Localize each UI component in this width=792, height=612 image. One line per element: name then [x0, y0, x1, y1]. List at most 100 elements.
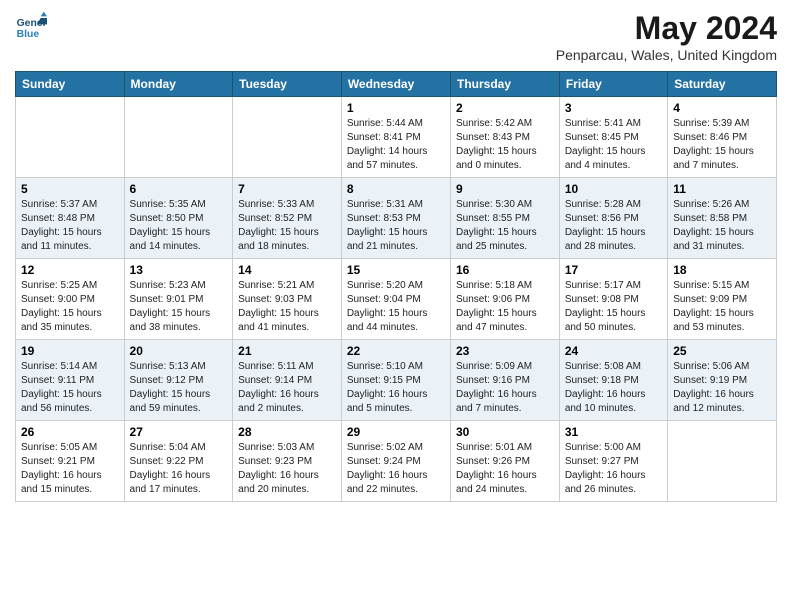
day-content: Sunrise: 5:08 AMSunset: 9:18 PMDaylight:…	[565, 360, 662, 416]
day-number: 25	[673, 344, 771, 358]
calendar-cell: 13 Sunrise: 5:23 AMSunset: 9:01 PMDayligh…	[124, 259, 233, 340]
weekday-header-thursday: Thursday	[450, 72, 559, 97]
calendar-cell: 31Sunrise: 5:00 AMSunset: 9:27 PMDayligh…	[559, 421, 667, 502]
day-number: 16	[456, 263, 554, 277]
weekday-header-sunday: Sunday	[16, 72, 125, 97]
day-number: 9	[456, 182, 554, 196]
calendar-cell: 15Sunrise: 5:20 AMSunset: 9:04 PMDayligh…	[341, 259, 450, 340]
calendar-cell: 19 Sunrise: 5:14 AMSunset: 9:11 PMDayligh…	[16, 340, 125, 421]
weekday-header-monday: Monday	[124, 72, 233, 97]
calendar-cell	[233, 97, 342, 178]
day-number: 22	[347, 344, 445, 358]
day-number: 14	[238, 263, 336, 277]
day-content: Sunrise: 5:44 AMSunset: 8:41 PMDaylight:…	[347, 117, 445, 173]
day-number: 20	[130, 344, 228, 358]
month-year-title: May 2024	[556, 10, 777, 47]
weekday-header-tuesday: Tuesday	[233, 72, 342, 97]
calendar-cell: 27 Sunrise: 5:04 AMSunset: 9:22 PMDayligh…	[124, 421, 233, 502]
day-content: Sunrise: 5:35 AMSunset: 8:50 PMDaylight:…	[130, 198, 228, 254]
calendar-cell	[668, 421, 777, 502]
calendar-cell: 12 Sunrise: 5:25 AMSunset: 9:00 PMDayligh…	[16, 259, 125, 340]
calendar-cell: 30 Sunrise: 5:01 AMSunset: 9:26 PMDayligh…	[450, 421, 559, 502]
day-content: Sunrise: 5:37 AMSunset: 8:48 PMDaylight:…	[21, 198, 119, 254]
day-content: Sunrise: 5:21 AMSunset: 9:03 PMDaylight:…	[238, 279, 336, 335]
day-number: 27	[130, 425, 228, 439]
day-number: 18	[673, 263, 771, 277]
calendar-cell: 26Sunrise: 5:05 AMSunset: 9:21 PMDayligh…	[16, 421, 125, 502]
calendar-cell: 5 Sunrise: 5:37 AMSunset: 8:48 PMDaylight…	[16, 178, 125, 259]
day-content: Sunrise: 5:25 AMSunset: 9:00 PMDaylight:…	[21, 279, 119, 335]
day-content: Sunrise: 5:04 AMSunset: 9:22 PMDaylight:…	[130, 441, 228, 497]
day-content: Sunrise: 5:23 AMSunset: 9:01 PMDaylight:…	[130, 279, 228, 335]
day-number: 6	[130, 182, 228, 196]
day-content: Sunrise: 5:09 AMSunset: 9:16 PMDaylight:…	[456, 360, 554, 416]
calendar-cell: 25 Sunrise: 5:06 AMSunset: 9:19 PMDayligh…	[668, 340, 777, 421]
calendar-cell: 28 Sunrise: 5:03 AMSunset: 9:23 PMDayligh…	[233, 421, 342, 502]
calendar-cell: 29 Sunrise: 5:02 AMSunset: 9:24 PMDayligh…	[341, 421, 450, 502]
calendar-cell: 3 Sunrise: 5:41 AMSunset: 8:45 PMDaylight…	[559, 97, 667, 178]
calendar-table: SundayMondayTuesdayWednesdayThursdayFrid…	[15, 71, 777, 502]
day-content: Sunrise: 5:18 AMSunset: 9:06 PMDaylight:…	[456, 279, 554, 335]
weekday-header-wednesday: Wednesday	[341, 72, 450, 97]
day-content: Sunrise: 5:03 AMSunset: 9:23 PMDaylight:…	[238, 441, 336, 497]
day-number: 28	[238, 425, 336, 439]
location-subtitle: Penparcau, Wales, United Kingdom	[556, 47, 777, 63]
day-content: Sunrise: 5:14 AMSunset: 9:11 PMDaylight:…	[21, 360, 119, 416]
day-content: Sunrise: 5:17 AMSunset: 9:08 PMDaylight:…	[565, 279, 662, 335]
day-number: 19	[21, 344, 119, 358]
logo-icon: General Blue	[15, 10, 47, 42]
page-header: General Blue May 2024 Penparcau, Wales, …	[15, 10, 777, 63]
day-number: 3	[565, 101, 662, 115]
calendar-cell: 6 Sunrise: 5:35 AMSunset: 8:50 PMDaylight…	[124, 178, 233, 259]
day-number: 23	[456, 344, 554, 358]
calendar-week-3: 12 Sunrise: 5:25 AMSunset: 9:00 PMDayligh…	[16, 259, 777, 340]
day-content: Sunrise: 5:06 AMSunset: 9:19 PMDaylight:…	[673, 360, 771, 416]
calendar-week-1: 1Sunrise: 5:44 AMSunset: 8:41 PMDaylight…	[16, 97, 777, 178]
day-content: Sunrise: 5:02 AMSunset: 9:24 PMDaylight:…	[347, 441, 445, 497]
weekday-header-friday: Friday	[559, 72, 667, 97]
day-content: Sunrise: 5:26 AMSunset: 8:58 PMDaylight:…	[673, 198, 771, 254]
day-number: 24	[565, 344, 662, 358]
day-content: Sunrise: 5:01 AMSunset: 9:26 PMDaylight:…	[456, 441, 554, 497]
day-number: 12	[21, 263, 119, 277]
day-number: 13	[130, 263, 228, 277]
day-number: 30	[456, 425, 554, 439]
day-number: 11	[673, 182, 771, 196]
day-number: 29	[347, 425, 445, 439]
calendar-header-row: SundayMondayTuesdayWednesdayThursdayFrid…	[16, 72, 777, 97]
calendar-week-4: 19 Sunrise: 5:14 AMSunset: 9:11 PMDayligh…	[16, 340, 777, 421]
calendar-cell: 18 Sunrise: 5:15 AMSunset: 9:09 PMDayligh…	[668, 259, 777, 340]
calendar-cell: 20 Sunrise: 5:13 AMSunset: 9:12 PMDayligh…	[124, 340, 233, 421]
calendar-cell: 1Sunrise: 5:44 AMSunset: 8:41 PMDaylight…	[341, 97, 450, 178]
calendar-cell: 14 Sunrise: 5:21 AMSunset: 9:03 PMDayligh…	[233, 259, 342, 340]
day-content: Sunrise: 5:15 AMSunset: 9:09 PMDaylight:…	[673, 279, 771, 335]
day-number: 10	[565, 182, 662, 196]
day-number: 15	[347, 263, 445, 277]
weekday-header-saturday: Saturday	[668, 72, 777, 97]
day-content: Sunrise: 5:39 AMSunset: 8:46 PMDaylight:…	[673, 117, 771, 173]
calendar-cell: 17Sunrise: 5:17 AMSunset: 9:08 PMDayligh…	[559, 259, 667, 340]
calendar-cell	[16, 97, 125, 178]
day-content: Sunrise: 5:05 AMSunset: 9:21 PMDaylight:…	[21, 441, 119, 497]
day-content: Sunrise: 5:10 AMSunset: 9:15 PMDaylight:…	[347, 360, 445, 416]
day-content: Sunrise: 5:31 AMSunset: 8:53 PMDaylight:…	[347, 198, 445, 254]
calendar-cell	[124, 97, 233, 178]
day-number: 31	[565, 425, 662, 439]
day-number: 4	[673, 101, 771, 115]
calendar-cell: 21Sunrise: 5:11 AMSunset: 9:14 PMDayligh…	[233, 340, 342, 421]
day-number: 7	[238, 182, 336, 196]
day-content: Sunrise: 5:13 AMSunset: 9:12 PMDaylight:…	[130, 360, 228, 416]
calendar-cell: 8Sunrise: 5:31 AMSunset: 8:53 PMDaylight…	[341, 178, 450, 259]
svg-text:Blue: Blue	[17, 29, 40, 40]
calendar-cell: 11 Sunrise: 5:26 AMSunset: 8:58 PMDayligh…	[668, 178, 777, 259]
calendar-cell: 24 Sunrise: 5:08 AMSunset: 9:18 PMDayligh…	[559, 340, 667, 421]
calendar-cell: 2Sunrise: 5:42 AMSunset: 8:43 PMDaylight…	[450, 97, 559, 178]
day-content: Sunrise: 5:41 AMSunset: 8:45 PMDaylight:…	[565, 117, 662, 173]
calendar-cell: 10 Sunrise: 5:28 AMSunset: 8:56 PMDayligh…	[559, 178, 667, 259]
calendar-cell: 22 Sunrise: 5:10 AMSunset: 9:15 PMDayligh…	[341, 340, 450, 421]
calendar-cell: 4 Sunrise: 5:39 AMSunset: 8:46 PMDaylight…	[668, 97, 777, 178]
calendar-cell: 16 Sunrise: 5:18 AMSunset: 9:06 PMDayligh…	[450, 259, 559, 340]
title-block: May 2024 Penparcau, Wales, United Kingdo…	[556, 10, 777, 63]
day-number: 5	[21, 182, 119, 196]
day-content: Sunrise: 5:28 AMSunset: 8:56 PMDaylight:…	[565, 198, 662, 254]
